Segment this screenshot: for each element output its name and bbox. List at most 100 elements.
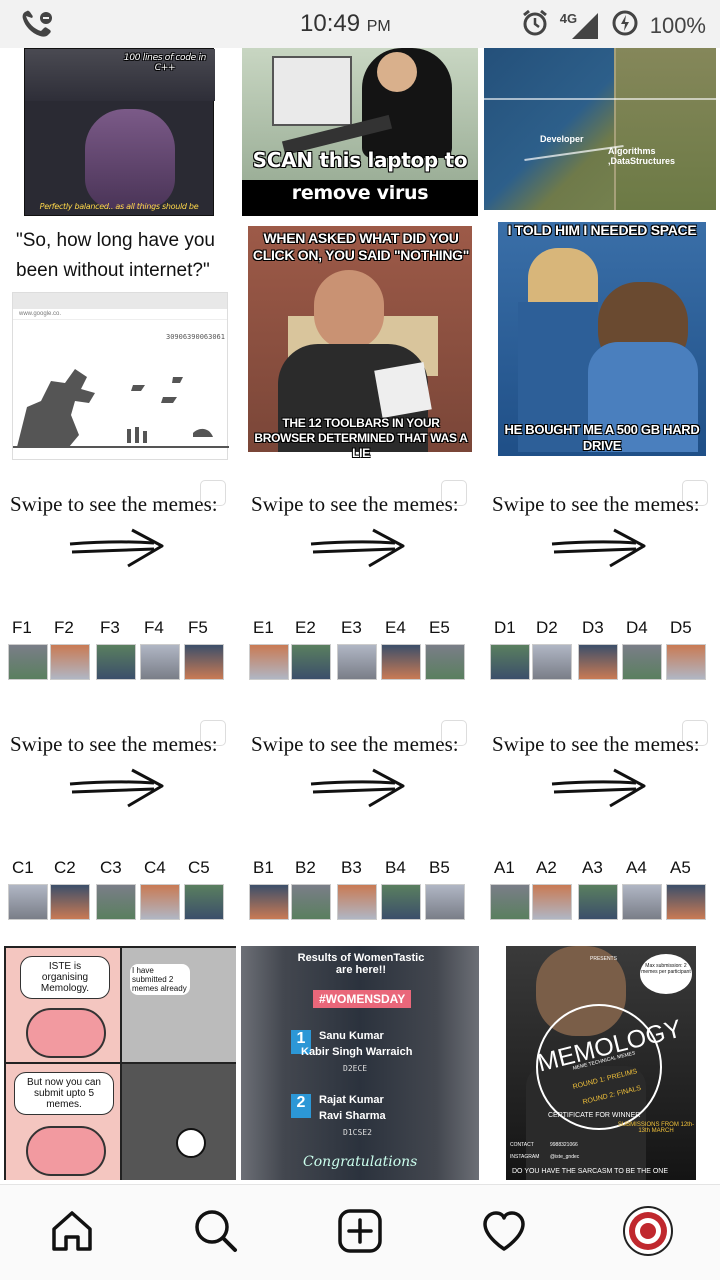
swipe-post-f[interactable]: Swipe to see the memes: F1 F2 F3 F4 F5 — [0, 468, 238, 708]
thumbnail-label: B1 — [253, 858, 274, 877]
phone-call-icon — [22, 10, 54, 43]
thumbnail-label: F1 — [12, 618, 32, 637]
swipe-arrow-icon — [66, 526, 166, 575]
results-2-name1: Rajat Kumar — [319, 1094, 384, 1106]
memology-footer: DO YOU HAVE THE SARCASM TO BE THE ONE — [512, 1168, 668, 1175]
thumbnail-label: B4 — [385, 858, 406, 877]
post-developer-map-meme[interactable]: Developer Algorithms ,DataStructures — [482, 48, 720, 216]
thumbnail-label: D3 — [582, 618, 604, 637]
thumbnail-label: A1 — [494, 858, 515, 877]
thumbnail-image — [50, 884, 90, 920]
home-icon — [48, 1207, 96, 1260]
meme-thumbnail-strip: D1 D2 D3 D4 D5 — [482, 608, 720, 688]
thumbnail-label: D2 — [536, 618, 558, 637]
scan-caption-line1: SCAN this laptop to — [252, 148, 468, 172]
post-space-hard-drive-meme[interactable]: I TOLD HIM I NEEDED SPACE HE BOUGHT ME A… — [482, 220, 720, 460]
post-toolbars-meme[interactable]: WHEN ASKED WHAT DID YOU CLICK ON, YOU SA… — [241, 220, 479, 460]
thumbnail-label: B2 — [295, 858, 316, 877]
post-thanos-meme[interactable]: 100 lines of code in C++ Perfectly balan… — [0, 48, 238, 216]
meme-thumbnail-strip: B1 B2 B3 B4 B5 — [241, 848, 479, 928]
nav-search[interactable] — [188, 1205, 244, 1261]
thumbnail-image — [50, 644, 90, 680]
thumbnail-label: F3 — [100, 618, 120, 637]
thumbnail-label: F4 — [144, 618, 164, 637]
nav-activity[interactable] — [476, 1205, 532, 1261]
clock: 10:49 PM — [300, 10, 391, 38]
thumbnail-image — [666, 884, 706, 920]
thumbnail-image — [8, 884, 48, 920]
space-caption-top: I TOLD HIM I NEEDED SPACE — [507, 222, 697, 238]
nav-add-post[interactable] — [332, 1205, 388, 1261]
thumbnail-image — [381, 884, 421, 920]
thumbnail-image — [578, 644, 618, 680]
toolbars-caption-bottom: THE 12 TOOLBARS IN YOUR BROWSER DETERMIN… — [254, 416, 468, 460]
swipe-caption: Swipe to see the memes: — [251, 732, 459, 756]
nav-profile[interactable] — [620, 1205, 676, 1261]
profile-avatar — [622, 1205, 674, 1262]
swipe-caption: Swipe to see the memes: — [492, 732, 700, 756]
status-icons: 4G 100% — [520, 8, 706, 44]
bottom-navigation — [0, 1184, 720, 1280]
thumbnail-label: C3 — [100, 858, 122, 877]
memology-cert: CERTIFICATE FOR WINNER — [548, 1112, 641, 1119]
thumbnail-image — [184, 644, 224, 680]
thumbnail-label: C4 — [144, 858, 166, 877]
swipe-arrow-icon — [548, 526, 648, 575]
thumbnail-label: D1 — [494, 618, 516, 637]
memology-phone: 9988321066 — [550, 1142, 578, 1148]
developer-label: Developer — [540, 134, 584, 144]
post-scan-laptop-meme[interactable]: SCAN this laptop to remove virus — [241, 48, 479, 216]
activity-heart-icon — [480, 1207, 528, 1260]
memology-presents: PRESENTS — [590, 956, 617, 962]
meme-thumbnail-strip: E1 E2 E3 E4 E5 — [241, 608, 479, 688]
results-1-class: D2ECE — [343, 1064, 368, 1073]
results-2-name2: Ravi Sharma — [319, 1110, 386, 1122]
post-womentastic-results[interactable]: Results of WomenTastic are here!! #WOMEN… — [241, 944, 479, 1180]
swipe-arrow-icon — [66, 766, 166, 815]
thumbnail-image — [249, 644, 289, 680]
thumbnail-image — [578, 884, 618, 920]
alarm-icon — [520, 8, 550, 44]
swipe-post-a[interactable]: Swipe to see the memes: A1 A2 A3 A4 A5 — [482, 708, 720, 948]
swipe-post-c[interactable]: Swipe to see the memes: C1 C2 C3 C4 C5 — [0, 708, 238, 948]
swipe-caption: Swipe to see the memes: — [10, 492, 218, 516]
post-memology-poster[interactable]: PRESENTS Max submission: 2 memes per par… — [482, 944, 720, 1180]
swipe-arrow-icon — [548, 766, 648, 815]
status-bar: 10:49 PM 4G 100% — [0, 0, 720, 48]
thumbnail-image — [381, 644, 421, 680]
thumbnail-image — [490, 884, 530, 920]
thumbnail-image — [622, 884, 662, 920]
thumbnail-label: E3 — [341, 618, 362, 637]
post-godzilla-internet-meme[interactable]: "So, how long have you been without inte… — [0, 220, 238, 460]
thumbnail-image — [249, 884, 289, 920]
thumbnail-image — [140, 884, 180, 920]
post-memology-comic[interactable]: ISTE is organising Memology. I have subm… — [0, 944, 238, 1180]
results-congrats: Congratulations — [303, 1154, 418, 1170]
results-1-name1: Sanu Kumar — [319, 1030, 384, 1042]
swipe-post-b[interactable]: Swipe to see the memes: B1 B2 B3 B4 B5 — [241, 708, 479, 948]
thumbnail-image — [291, 644, 331, 680]
add-post-icon — [336, 1207, 384, 1260]
memology-instagram: INSTAGRAM — [510, 1154, 540, 1160]
meme-thumbnail-strip: C1 C2 C3 C4 C5 — [0, 848, 238, 928]
thumbnail-image — [532, 884, 572, 920]
nav-home[interactable] — [44, 1205, 100, 1261]
thumbnail-image — [291, 884, 331, 920]
thumbnail-label: B5 — [429, 858, 450, 877]
thumbnail-image — [96, 884, 136, 920]
thumbnail-image — [666, 644, 706, 680]
swipe-arrow-icon — [307, 766, 407, 815]
memology-contact: CONTACT — [510, 1142, 534, 1148]
thumbnail-label: A2 — [536, 858, 557, 877]
thumbnail-label: C5 — [188, 858, 210, 877]
thanos-caption-top: 100 lines of code in C++ — [123, 53, 207, 73]
swipe-caption: Swipe to see the memes: — [251, 492, 459, 516]
swipe-row-2: Swipe to see the memes: C1 C2 C3 C4 C5 Swipe t… — [0, 708, 720, 948]
search-icon — [192, 1207, 240, 1260]
swipe-caption: Swipe to see the memes: — [10, 732, 218, 756]
results-1-name2: Kabir Singh Warraich — [301, 1046, 413, 1058]
swipe-post-d[interactable]: Swipe to see the memes: D1 D2 D3 D4 D5 — [482, 468, 720, 708]
swipe-post-e[interactable]: Swipe to see the memes: E1 E2 E3 E4 E5 — [241, 468, 479, 708]
meme-thumbnail-strip: A1 A2 A3 A4 A5 — [482, 848, 720, 928]
thumbnail-label: B3 — [341, 858, 362, 877]
